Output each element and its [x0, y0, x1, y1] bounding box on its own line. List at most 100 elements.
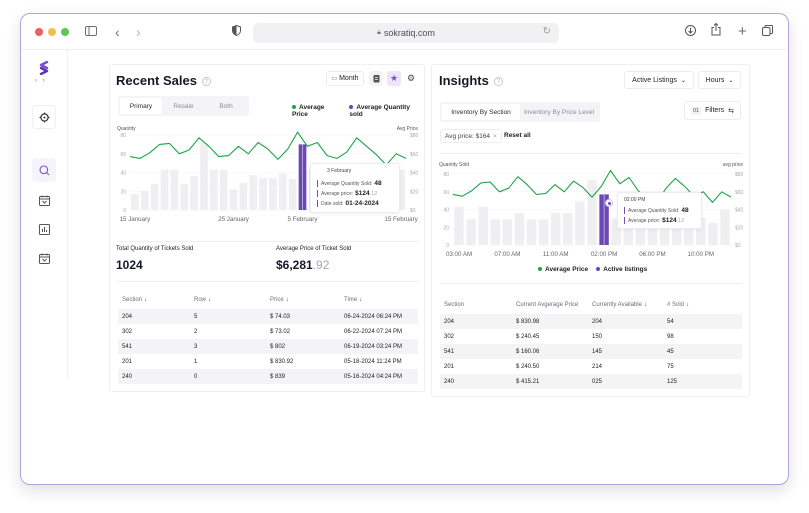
column-header-sold[interactable]: # Sold ↓ — [667, 295, 742, 314]
bar — [219, 169, 228, 210]
table-row[interactable]: 201 $ 240.50 214 75 — [440, 359, 742, 374]
legend-average-price: Average Price — [538, 266, 588, 273]
help-icon[interactable]: ? — [201, 77, 211, 87]
tooltip-price-value: $124 — [355, 190, 370, 197]
insights-table: Section Current Avgerage Price Currently… — [440, 295, 742, 389]
table-row[interactable]: 240 $ 415.21 025 125 — [440, 374, 742, 389]
tooltip-date-label: Date sold: — [321, 201, 344, 207]
browser-window: ‹ › 🔒︎ sokratiq.com ↻ + ‹ › Recent Sales… — [20, 13, 789, 485]
y-tick-label: 40 — [120, 171, 126, 177]
cell-available: 204 — [592, 318, 603, 325]
new-tab-icon[interactable]: + — [738, 23, 747, 41]
download-icon[interactable] — [685, 23, 696, 41]
table-row[interactable]: 541 3 $ 802 06-19-2024 03:24 PM — [118, 339, 418, 354]
settings-button[interactable]: ⚙ — [404, 71, 418, 86]
sokratiq-logo[interactable] — [37, 61, 51, 75]
table-row[interactable]: 302 $ 240.45 150 98 — [440, 329, 742, 344]
export-button[interactable] — [369, 71, 383, 86]
column-label: Section — [444, 301, 465, 308]
table-row[interactable]: 201 1 $ 830.92 05-18-2024 11:24 PM — [118, 354, 418, 369]
forward-icon[interactable]: › — [136, 23, 141, 41]
table-row[interactable]: 204 $ 830.98 204 54 — [440, 314, 742, 329]
y2-tick-label: $40 — [410, 171, 419, 177]
maximize-window-button[interactable] — [61, 28, 69, 36]
cell-avg-price: $ 830.98 — [516, 318, 540, 325]
favorite-button[interactable]: ★ — [387, 71, 401, 86]
column-header-price[interactable]: Price ↓ — [270, 290, 344, 309]
tabs-overview-icon[interactable] — [762, 23, 773, 41]
close-window-button[interactable] — [35, 28, 43, 36]
cell-section: 201 — [122, 358, 133, 365]
sidebar-toggle-icon[interactable] — [85, 23, 97, 41]
sidebar-item-events[interactable] — [32, 246, 56, 270]
app-sidebar: ‹ › — [21, 50, 68, 380]
x-tick-label: 06:00 PM — [639, 251, 665, 258]
collapse-sidebar-icon[interactable]: ‹ › — [35, 78, 47, 84]
column-header-avg-price[interactable]: Current Avgerage Price — [516, 295, 592, 314]
reset-all-link[interactable]: Reset all — [504, 132, 531, 139]
search-icon — [38, 164, 49, 175]
cell-avg-price: $ 160.06 — [516, 348, 540, 355]
calendar-alt-icon — [38, 253, 50, 264]
y-tick-label: 20 — [443, 225, 449, 231]
y2-tick-label: $80 — [735, 172, 744, 178]
minimize-window-button[interactable] — [48, 28, 56, 36]
tooltip-price-cents: .12 — [369, 191, 378, 197]
bar-chart-icon — [38, 223, 50, 235]
column-header-section[interactable]: Section ↓ — [118, 290, 194, 309]
bar — [229, 189, 238, 210]
tab-inventory-by-price-level[interactable]: Inventory By Price Level — [520, 104, 598, 120]
tab-resale[interactable]: Resale — [162, 98, 205, 114]
cell-section: 201 — [444, 363, 455, 370]
month-button[interactable]: ▭ Month — [326, 71, 364, 86]
listing-type-dropdown[interactable]: Active Listings ⌄ — [624, 71, 694, 89]
table-row[interactable]: 204 5 $ 74.03 06-24-2024 06:24 PM — [118, 309, 418, 324]
help-icon[interactable]: ? — [493, 77, 503, 87]
tooltip-quantity-value: 48 — [374, 180, 382, 187]
insights-title: Insights? — [439, 73, 503, 88]
tab-inventory-by-section[interactable]: Inventory By Section — [442, 104, 520, 120]
bar — [209, 169, 218, 210]
sidebar-item-search[interactable] — [32, 158, 56, 182]
back-icon[interactable]: ‹ — [115, 23, 120, 41]
reload-icon[interactable]: ↻ — [543, 26, 551, 37]
cell-avg-price: $ 240.50 — [516, 363, 540, 370]
column-header-time[interactable]: Time ↓ — [344, 290, 418, 309]
privacy-shield-icon[interactable] — [232, 23, 241, 41]
recent-sales-title: Recent Sales? — [116, 73, 211, 88]
column-header-available[interactable]: Currently Available ↓ — [592, 295, 667, 314]
y2-tick-label: $20 — [410, 189, 419, 195]
table-row[interactable]: 541 $ 160.06 145 45 — [440, 344, 742, 359]
cell-available: 214 — [592, 363, 603, 370]
bar — [514, 213, 525, 245]
sidebar-item-target[interactable] — [32, 105, 56, 129]
x-tick-label: 11:00 AM — [543, 251, 569, 258]
address-bar[interactable]: 🔒︎ sokratiq.com ↻ — [253, 23, 559, 43]
table-row[interactable]: 240 0 $ 839 05-16-2024 04:24 PM — [118, 369, 418, 384]
tooltip-price-cents: .12 — [676, 218, 685, 224]
sidebar-item-reports[interactable] — [32, 217, 56, 241]
tab-both[interactable]: Both — [205, 98, 247, 114]
cell-time: 06-24-2024 06:24 PM — [344, 313, 403, 320]
filters-label: Filters — [705, 107, 725, 114]
inventory-tabs: Inventory By Section Inventory By Price … — [440, 102, 600, 122]
cell-time: 05-18-2024 11:24 PM — [344, 358, 402, 365]
remove-filter-icon[interactable]: × — [493, 133, 497, 140]
y-tick-label: 80 — [443, 172, 449, 178]
lock-icon: 🔒︎ — [377, 29, 381, 36]
tab-primary[interactable]: Primary — [120, 98, 162, 114]
cell-available: 145 — [592, 348, 603, 355]
column-header-row[interactable]: Row ↓ — [194, 290, 270, 309]
table-row[interactable]: 302 2 $ 73.02 06-22-2024 07:24 PM — [118, 324, 418, 339]
sidebar-item-calendar[interactable] — [32, 188, 56, 212]
cell-row: 1 — [194, 358, 198, 365]
average-price-label: Average Price of Ticket Sold — [276, 246, 352, 252]
y2-tick-label: $60 — [735, 190, 744, 196]
filters-button[interactable]: 01 Filters ⇆ — [684, 101, 741, 120]
divider — [118, 241, 418, 242]
y-tick-label: 20 — [120, 189, 126, 195]
share-icon[interactable] — [711, 22, 721, 41]
tooltip-price: Average price: $124.12 — [317, 190, 377, 197]
period-dropdown[interactable]: Hours ⌄ — [698, 71, 741, 89]
column-header-section[interactable]: Section — [440, 295, 516, 314]
